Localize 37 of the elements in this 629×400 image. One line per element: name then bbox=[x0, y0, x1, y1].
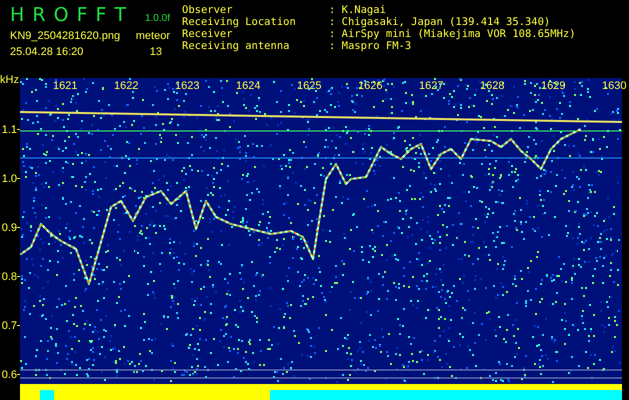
version-text: 1.0.0f bbox=[144, 13, 170, 24]
axis-tick bbox=[17, 129, 20, 130]
time-label: 1629 bbox=[541, 80, 566, 92]
count-label: meteor bbox=[136, 30, 170, 42]
time-label: 1627 bbox=[419, 80, 444, 92]
axis-tick bbox=[17, 325, 20, 326]
info-label: Receiving Location bbox=[182, 16, 297, 28]
axis-tick bbox=[17, 227, 20, 228]
axis-label: 1.0 bbox=[2, 172, 17, 184]
time-label: 1621 bbox=[53, 80, 78, 92]
info-label: Receiver bbox=[182, 28, 234, 40]
info-label: Observer bbox=[182, 4, 234, 16]
app-title: H R O F F T bbox=[10, 4, 128, 26]
info-value: : AirSpy mini (Miakejima VOR 108.65MHz) bbox=[329, 28, 576, 40]
time-label: 1622 bbox=[114, 80, 140, 92]
info-value: : K.Nagai bbox=[329, 4, 386, 16]
info-label: Receiving antenna bbox=[182, 40, 290, 52]
info-value: : Maspro FM-3 bbox=[329, 40, 412, 52]
axis-label: 0.6 bbox=[2, 368, 17, 380]
axis-tick bbox=[17, 178, 20, 179]
time-label: 1630 bbox=[602, 80, 628, 92]
count-value: 13 bbox=[150, 46, 163, 58]
time-label: 1628 bbox=[480, 80, 506, 92]
info-value: : Chigasaki, Japan (139.414 35.340) bbox=[329, 16, 550, 28]
axis-label: 0.8 bbox=[2, 270, 17, 282]
datetime-text: 25.04.28 16:20 bbox=[10, 46, 84, 58]
time-label: 1624 bbox=[236, 80, 262, 92]
time-label: 1626 bbox=[358, 80, 384, 92]
axis-tick bbox=[17, 276, 20, 277]
filename-text: KN9_2504281620.png bbox=[10, 30, 120, 42]
axis-label: 0.9 bbox=[2, 222, 17, 234]
axis-unit: kHz bbox=[0, 74, 19, 88]
axis-tick bbox=[17, 374, 20, 375]
time-label: 1625 bbox=[297, 80, 322, 92]
time-label: 1623 bbox=[175, 80, 200, 92]
axis-label: 1.1 bbox=[2, 124, 17, 136]
axis-label: 0.7 bbox=[2, 320, 17, 332]
